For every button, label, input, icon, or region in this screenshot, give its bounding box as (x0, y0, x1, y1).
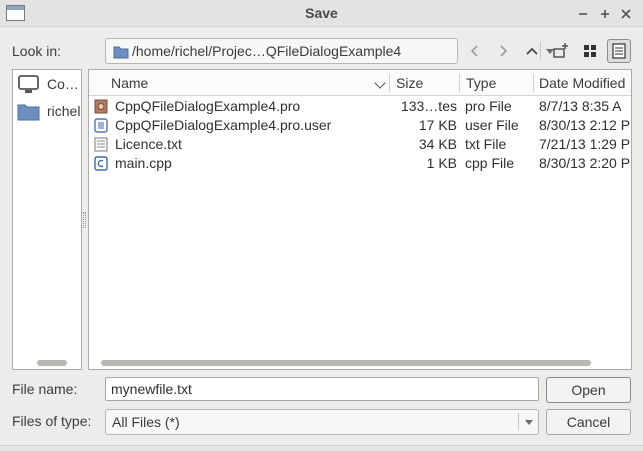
parent-directory-button[interactable] (519, 39, 545, 63)
icon-grid-icon (584, 45, 596, 57)
window-title: Save (305, 5, 338, 21)
up-arrow-icon (526, 47, 538, 55)
column-divider[interactable] (459, 74, 460, 92)
column-header-name[interactable]: Name (111, 70, 148, 96)
minimize-button[interactable] (574, 3, 592, 23)
file-row[interactable]: Licence.txt 34 KB txt File 7/21/13 1:29 … (89, 135, 631, 154)
text-file-icon (94, 137, 108, 152)
file-list: Name Size Type Date Modified CppQFileDia… (88, 69, 632, 370)
file-size: 17 KB (418, 117, 457, 133)
sidebar-item-computer[interactable]: Co… (17, 73, 83, 95)
file-name: CppQFileDialogExample4.pro.user (115, 117, 332, 133)
file-name: CppQFileDialogExample4.pro (115, 98, 301, 114)
column-header-date[interactable]: Date Modified (539, 70, 625, 96)
maximize-icon (601, 10, 609, 18)
back-arrow-icon (470, 45, 478, 57)
file-name: Licence.txt (115, 136, 182, 152)
file-name: main.cpp (115, 155, 172, 171)
file-row[interactable]: CppQFileDialogExample4.pro.user 17 KB us… (89, 116, 631, 135)
file-list-scrollbar[interactable] (101, 360, 591, 366)
close-icon (621, 9, 631, 19)
sidebar-item-richel[interactable]: richel (17, 100, 83, 122)
forward-arrow-icon (500, 45, 508, 57)
file-date: 7/21/13 1:29 P (539, 136, 631, 152)
new-folder-button[interactable] (548, 39, 574, 63)
file-row[interactable]: main.cpp 1 KB cpp File 8/30/13 2:20 P (89, 154, 631, 173)
places-sidebar: Co… richel (12, 69, 82, 370)
file-date: 8/30/13 2:12 P (539, 117, 631, 133)
file-row[interactable]: CppQFileDialogExample4.pro 133…tes pro F… (89, 97, 631, 116)
xml-file-icon (94, 118, 108, 133)
close-button[interactable] (617, 3, 635, 23)
chevron-down-icon (525, 420, 533, 425)
list-header: Name Size Type Date Modified (89, 70, 631, 96)
look-in-label: Look in: (12, 43, 62, 59)
cancel-button[interactable]: Cancel (546, 409, 631, 435)
sort-indicator-icon (374, 77, 386, 89)
file-size: 1 KB (426, 155, 457, 171)
column-divider[interactable] (533, 74, 534, 92)
file-type: cpp File (465, 155, 515, 171)
sidebar-scrollbar[interactable] (37, 360, 67, 366)
detail-view-button[interactable] (607, 39, 631, 63)
list-view-button[interactable] (578, 39, 602, 63)
file-type: user File (465, 117, 519, 133)
file-type: txt File (465, 136, 507, 152)
look-in-path: /home/richel/Projec…QFileDialogExample4 (132, 43, 402, 59)
detail-list-icon (612, 43, 626, 59)
file-type: pro File (465, 98, 512, 114)
qt-project-file-icon (94, 99, 108, 114)
files-of-type-combo[interactable]: All Files (*) (105, 409, 539, 435)
window-bottom-border (0, 445, 643, 451)
file-name-label: File name: (12, 381, 78, 397)
file-size: 133…tes (400, 98, 457, 114)
file-date: 8/30/13 2:20 P (539, 155, 631, 171)
file-size: 34 KB (418, 136, 457, 152)
open-button[interactable]: Open (546, 377, 631, 403)
cpp-file-icon (94, 156, 108, 171)
sidebar-item-label: richel (47, 103, 81, 119)
look-in-combo[interactable]: /home/richel/Projec…QFileDialogExample4 (105, 38, 554, 64)
combo-divider (518, 413, 519, 431)
splitter-handle[interactable] (83, 212, 86, 228)
folder-icon (113, 46, 129, 59)
file-name-input[interactable] (111, 379, 531, 399)
computer-icon (18, 75, 39, 93)
files-of-type-label: Files of type: (12, 413, 92, 429)
column-header-size[interactable]: Size (396, 70, 423, 96)
file-name-field[interactable] (105, 377, 539, 401)
back-button[interactable] (462, 39, 488, 63)
minimize-icon (579, 13, 587, 15)
new-folder-icon (553, 43, 568, 58)
folder-icon (17, 104, 40, 121)
file-date: 8/7/13 8:35 A (539, 98, 622, 114)
forward-button[interactable] (490, 39, 516, 63)
column-header-type[interactable]: Type (466, 70, 496, 96)
maximize-button[interactable] (596, 3, 614, 23)
sidebar-item-label: Co… (47, 76, 79, 92)
files-of-type-value: All Files (*) (112, 414, 180, 430)
column-divider[interactable] (389, 74, 390, 92)
